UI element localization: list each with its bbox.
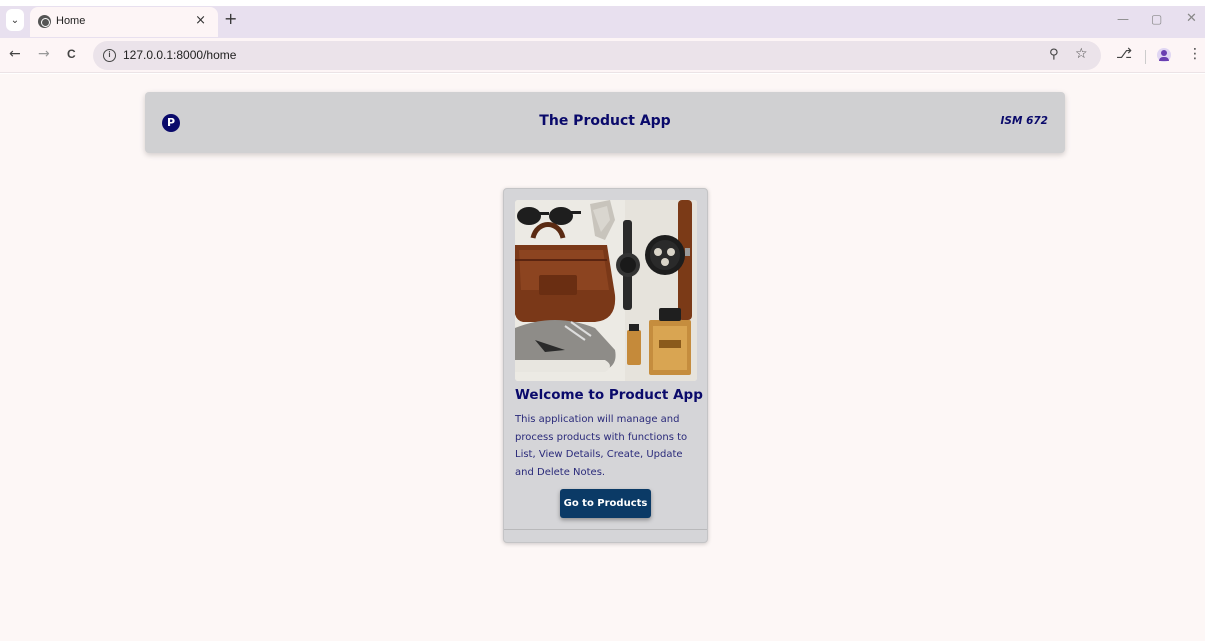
menu-icon[interactable]: ⋮ [1188, 46, 1202, 62]
profile-icon[interactable] [1157, 48, 1171, 62]
go-to-products-button[interactable]: Go to Products [560, 489, 651, 518]
product-collage-image [515, 200, 697, 381]
back-icon[interactable]: ← [9, 47, 21, 61]
globe-icon [38, 15, 51, 28]
site-info-icon[interactable]: i [103, 49, 116, 62]
toolbar-divider [1145, 50, 1146, 64]
extensions-icon[interactable]: ⎇ [1116, 46, 1132, 62]
product-collage-illustration [515, 200, 697, 381]
window-close-icon[interactable]: ✕ [1186, 11, 1197, 26]
course-label: ISM 672 [1000, 115, 1049, 127]
welcome-card: Welcome to Product App This application … [503, 188, 708, 543]
card-footer [504, 529, 707, 530]
tab-close-icon[interactable]: × [195, 13, 206, 28]
tab-home[interactable]: Home × [30, 7, 218, 37]
restore-icon[interactable]: ▢ [1151, 12, 1162, 26]
browser-chrome: ⌄ Home × + — ▢ ✕ ← → C i 127.0.0.1:8000/… [0, 0, 1205, 75]
new-tab-icon[interactable]: + [224, 11, 237, 27]
card-description: This application will manage and process… [515, 414, 688, 478]
url-text[interactable]: 127.0.0.1:8000/home [123, 48, 236, 62]
reload-icon[interactable]: C [67, 47, 76, 61]
zoom-icon[interactable]: ⚲ [1049, 47, 1059, 62]
navigation-bar: ← → C i 127.0.0.1:8000/home ⚲ ☆ ⎇ ⋮ [0, 38, 1205, 73]
page-viewport: P The Product App ISM 672 Welcome to Pro… [0, 74, 1205, 641]
minimize-icon[interactable]: — [1117, 12, 1129, 26]
card-title: Welcome to Product App [515, 387, 703, 403]
app-header: P The Product App ISM 672 [145, 92, 1065, 153]
tab-search-icon[interactable]: ⌄ [6, 9, 24, 31]
bookmark-star-icon[interactable]: ☆ [1075, 46, 1088, 62]
forward-icon[interactable]: → [38, 47, 50, 61]
tab-title: Home [56, 15, 86, 27]
address-bar[interactable]: i 127.0.0.1:8000/home ⚲ ☆ [93, 41, 1101, 70]
app-title: The Product App [539, 113, 671, 129]
